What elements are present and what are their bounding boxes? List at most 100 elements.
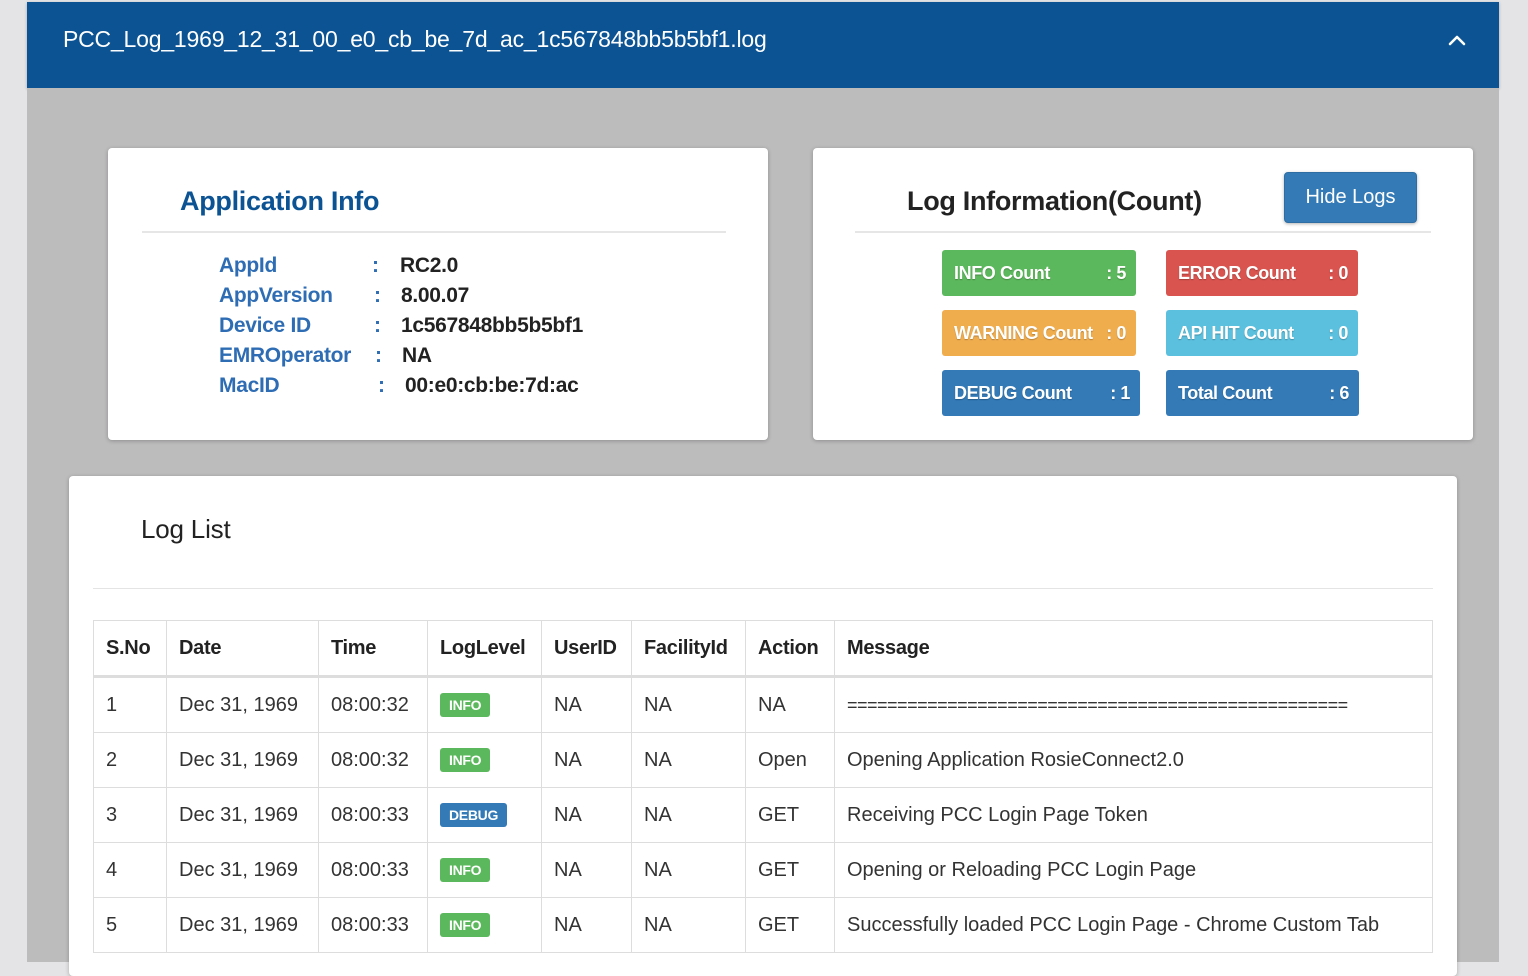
app-info-key: AppVersion bbox=[219, 284, 333, 307]
column-header-sno: S.No bbox=[93, 620, 167, 678]
column-header-loglevel: LogLevel bbox=[427, 620, 542, 678]
cell-time: 08:00:32 bbox=[318, 676, 428, 733]
cell-sno: 4 bbox=[93, 842, 167, 898]
count-label: ERROR Count bbox=[1178, 263, 1296, 283]
cell-loglevel: INFO bbox=[427, 676, 542, 733]
cell-time: 08:00:33 bbox=[318, 787, 428, 843]
loglevel-badge: INFO bbox=[440, 913, 491, 937]
count-label: API HIT Count bbox=[1178, 323, 1294, 343]
app-info-separator: : bbox=[374, 284, 381, 307]
app-info-value: 1c567848bb5b5bf1 bbox=[401, 314, 583, 337]
loglevel-badge: INFO bbox=[440, 858, 491, 882]
table-row[interactable]: 3 Dec 31, 1969 08:00:33 DEBUG NA NA GET … bbox=[93, 787, 1433, 843]
cell-date: Dec 31, 1969 bbox=[166, 897, 319, 953]
app-info-separator: : bbox=[378, 374, 385, 397]
column-header-date: Date bbox=[166, 620, 319, 678]
cell-date: Dec 31, 1969 bbox=[166, 787, 319, 843]
cell-loglevel: DEBUG bbox=[427, 787, 542, 843]
count-label: WARNING Count bbox=[954, 323, 1093, 343]
table-row[interactable]: 4 Dec 31, 1969 08:00:33 INFO NA NA GET O… bbox=[93, 842, 1433, 898]
log-file-panel-header[interactable]: PCC_Log_1969_12_31_00_e0_cb_be_7d_ac_1c5… bbox=[27, 2, 1499, 88]
cell-action: GET bbox=[745, 787, 835, 843]
cell-sno: 2 bbox=[93, 732, 167, 788]
log-table: S.No Date Time LogLevel UserID FacilityI… bbox=[93, 620, 1433, 953]
cell-message: ========================================… bbox=[834, 676, 1433, 733]
count-value: : 0 bbox=[1328, 323, 1348, 343]
cell-message: Opening Application RosieConnect2.0 bbox=[834, 732, 1433, 788]
info-count-box: INFO Count : 5 bbox=[942, 250, 1136, 296]
app-info-key: EMROperator bbox=[219, 344, 352, 367]
application-info-card: Application Info AppId : RC2.0 AppVersio… bbox=[108, 148, 768, 440]
chevron-up-icon[interactable] bbox=[1445, 30, 1469, 50]
cell-sno: 3 bbox=[93, 787, 167, 843]
loglevel-badge: INFO bbox=[440, 693, 491, 717]
cell-loglevel: INFO bbox=[427, 842, 542, 898]
app-info-value: 8.00.07 bbox=[401, 284, 469, 307]
application-info-title: Application Info bbox=[180, 186, 380, 216]
app-info-separator: : bbox=[374, 314, 381, 337]
total-count-box: Total Count : 6 bbox=[1166, 370, 1359, 416]
app-info-separator: : bbox=[375, 344, 382, 367]
app-info-key: Device ID bbox=[219, 314, 311, 337]
log-list-title: Log List bbox=[141, 514, 231, 544]
cell-time: 08:00:33 bbox=[318, 897, 428, 953]
cell-date: Dec 31, 1969 bbox=[166, 842, 319, 898]
cell-message: Successfully loaded PCC Login Page - Chr… bbox=[834, 897, 1433, 953]
cell-userid: NA bbox=[541, 676, 632, 733]
warning-count-box: WARNING Count : 0 bbox=[942, 310, 1136, 356]
count-value: : 0 bbox=[1106, 323, 1126, 343]
column-header-facilityid: FacilityId bbox=[631, 620, 746, 678]
column-header-action: Action bbox=[745, 620, 835, 678]
cell-facilityid: NA bbox=[631, 732, 746, 788]
cell-action: GET bbox=[745, 897, 835, 953]
count-value: : 6 bbox=[1329, 383, 1349, 403]
cell-message: Opening or Reloading PCC Login Page bbox=[834, 842, 1433, 898]
cell-date: Dec 31, 1969 bbox=[166, 676, 319, 733]
cell-userid: NA bbox=[541, 787, 632, 843]
app-info-value: NA bbox=[402, 344, 432, 367]
loglevel-badge: INFO bbox=[440, 748, 491, 772]
cell-time: 08:00:33 bbox=[318, 842, 428, 898]
cell-facilityid: NA bbox=[631, 842, 746, 898]
count-value: : 0 bbox=[1328, 263, 1348, 283]
app-info-key: MacID bbox=[219, 374, 280, 397]
cell-action: Open bbox=[745, 732, 835, 788]
app-info-value: RC2.0 bbox=[400, 254, 459, 277]
loglevel-badge: DEBUG bbox=[440, 803, 508, 827]
application-info-divider bbox=[142, 231, 726, 233]
app-info-value: 00:e0:cb:be:7d:ac bbox=[405, 374, 579, 397]
column-header-time: Time bbox=[318, 620, 428, 678]
count-label: DEBUG Count bbox=[954, 383, 1072, 403]
log-information-title: Log Information(Count) bbox=[907, 186, 1202, 216]
log-information-divider bbox=[855, 231, 1431, 233]
column-header-userid: UserID bbox=[541, 620, 632, 678]
count-value: : 1 bbox=[1110, 383, 1130, 403]
error-count-box: ERROR Count : 0 bbox=[1166, 250, 1358, 296]
table-row[interactable]: 1 Dec 31, 1969 08:00:32 INFO NA NA NA ==… bbox=[93, 676, 1433, 733]
cell-sno: 1 bbox=[93, 676, 167, 733]
cell-message: Receiving PCC Login Page Token bbox=[834, 787, 1433, 843]
cell-loglevel: INFO bbox=[427, 732, 542, 788]
app-info-separator: : bbox=[372, 254, 379, 277]
table-row[interactable]: 2 Dec 31, 1969 08:00:32 INFO NA NA Open … bbox=[93, 732, 1433, 788]
cell-time: 08:00:32 bbox=[318, 732, 428, 788]
api-hit-count-box: API HIT Count : 0 bbox=[1166, 310, 1358, 356]
cell-facilityid: NA bbox=[631, 676, 746, 733]
app-info-key: AppId bbox=[219, 254, 277, 277]
cell-loglevel: INFO bbox=[427, 897, 542, 953]
cell-sno: 5 bbox=[93, 897, 167, 953]
cell-userid: NA bbox=[541, 732, 632, 788]
log-information-card: Log Information(Count) Hide Logs INFO Co… bbox=[813, 148, 1473, 440]
debug-count-box: DEBUG Count : 1 bbox=[942, 370, 1140, 416]
cell-date: Dec 31, 1969 bbox=[166, 732, 319, 788]
count-value: : 5 bbox=[1106, 263, 1126, 283]
table-header-row: S.No Date Time LogLevel UserID FacilityI… bbox=[93, 620, 1433, 678]
cell-userid: NA bbox=[541, 842, 632, 898]
log-list-card: Log List S.No Date Time LogLevel UserID … bbox=[69, 476, 1457, 976]
cell-facilityid: NA bbox=[631, 897, 746, 953]
cell-action: GET bbox=[745, 842, 835, 898]
hide-logs-button[interactable]: Hide Logs bbox=[1284, 172, 1417, 223]
cell-facilityid: NA bbox=[631, 787, 746, 843]
table-row[interactable]: 5 Dec 31, 1969 08:00:33 INFO NA NA GET S… bbox=[93, 897, 1433, 953]
log-file-title: PCC_Log_1969_12_31_00_e0_cb_be_7d_ac_1c5… bbox=[63, 26, 767, 52]
